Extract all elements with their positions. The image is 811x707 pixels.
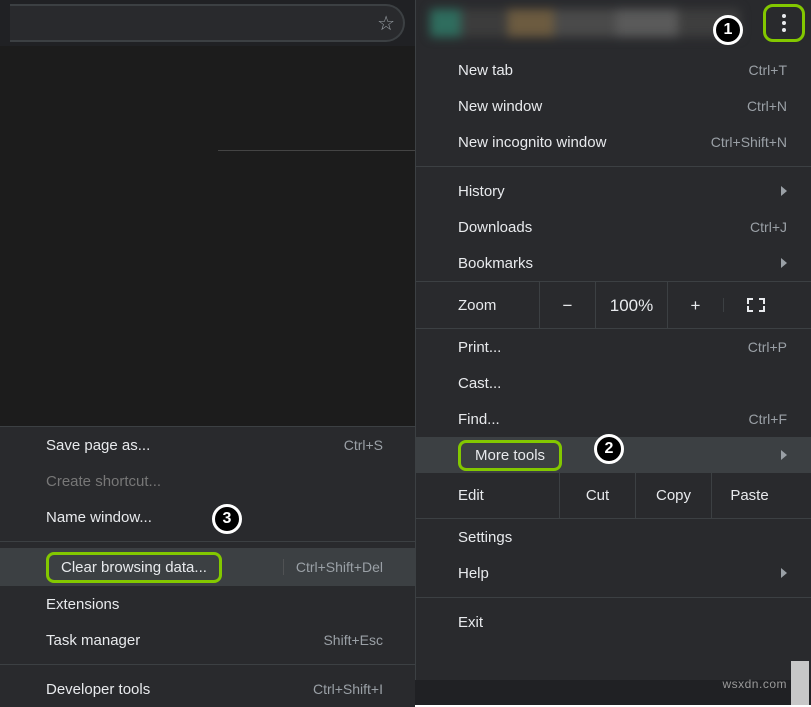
menu-label: New incognito window xyxy=(458,134,606,151)
chevron-right-icon xyxy=(781,568,787,578)
step-badge-1: 1 xyxy=(713,15,743,45)
menu-label: Cast... xyxy=(458,375,501,392)
menu-label: Name window... xyxy=(46,509,152,526)
menu-bookmarks[interactable]: Bookmarks xyxy=(416,245,811,281)
zoom-label: Zoom xyxy=(444,297,496,314)
divider xyxy=(416,597,811,598)
menu-label: Create shortcut... xyxy=(46,473,161,490)
divider xyxy=(0,664,415,665)
menu-shortcut: Ctrl+S xyxy=(344,437,383,453)
watermark: wsxdn.com xyxy=(722,677,787,691)
fullscreen-icon xyxy=(747,298,765,312)
bookmark-star-icon[interactable]: ☆ xyxy=(377,11,395,36)
divider xyxy=(218,150,415,151)
menu-shortcut: Ctrl+T xyxy=(749,62,788,78)
edit-label: Edit xyxy=(444,487,484,504)
menu-zoom: Zoom − 100% + xyxy=(416,281,811,329)
menu-label: Bookmarks xyxy=(458,255,533,272)
more-tools-submenu: Save page as... Ctrl+S Create shortcut..… xyxy=(0,426,415,707)
chevron-right-icon xyxy=(781,450,787,460)
menu-label: History xyxy=(458,183,505,200)
menu-shortcut: Ctrl+J xyxy=(750,219,787,235)
submenu-developer-tools[interactable]: Developer tools Ctrl+Shift+I xyxy=(0,671,415,707)
menu-help[interactable]: Help xyxy=(416,555,811,591)
menu-label: Help xyxy=(458,565,489,582)
kebab-icon xyxy=(782,14,786,32)
browser-toolbar: ☆ xyxy=(0,0,415,46)
fullscreen-button[interactable] xyxy=(723,298,787,312)
menu-exit[interactable]: Exit xyxy=(416,604,811,640)
zoom-in-button[interactable]: + xyxy=(667,282,723,329)
submenu-create-shortcut[interactable]: Create shortcut... xyxy=(0,463,415,499)
clear-data-highlight: Clear browsing data... xyxy=(46,552,222,583)
profile-icons-blurred xyxy=(430,9,740,37)
menu-new-window[interactable]: New window Ctrl+N xyxy=(416,88,811,124)
screenshot-canvas: ☆ New tab Ctrl+T New window Ctrl+N New i… xyxy=(0,0,811,705)
edit-cut-button[interactable]: Cut xyxy=(559,473,635,518)
omnibox[interactable]: ☆ xyxy=(10,4,405,42)
zoom-value: 100% xyxy=(595,282,667,329)
menu-shortcut: Ctrl+Shift+Del xyxy=(283,559,383,575)
menu-shortcut: Ctrl+Shift+I xyxy=(313,681,383,697)
submenu-name-window[interactable]: Name window... xyxy=(0,499,415,535)
menu-shortcut: Ctrl+P xyxy=(748,339,787,355)
menu-cast[interactable]: Cast... xyxy=(416,365,811,401)
menu-new-tab[interactable]: New tab Ctrl+T xyxy=(416,52,811,88)
menu-shortcut: Shift+Esc xyxy=(323,632,383,648)
menu-label: Developer tools xyxy=(46,681,150,698)
edit-paste-button[interactable]: Paste xyxy=(711,473,787,518)
menu-label: More tools xyxy=(475,447,545,464)
kebab-menu-button[interactable] xyxy=(763,4,805,42)
menu-label: Save page as... xyxy=(46,437,150,454)
menu-downloads[interactable]: Downloads Ctrl+J xyxy=(416,209,811,245)
chevron-right-icon xyxy=(781,258,787,268)
menu-label: Find... xyxy=(458,411,500,428)
menu-label: Clear browsing data... xyxy=(61,559,207,576)
menu-label: Extensions xyxy=(46,596,119,613)
chevron-right-icon xyxy=(781,186,787,196)
menu-label: Print... xyxy=(458,339,501,356)
menu-print[interactable]: Print... Ctrl+P xyxy=(416,329,811,365)
menu-label: Task manager xyxy=(46,632,140,649)
step-badge-3: 3 xyxy=(212,504,242,534)
submenu-clear-browsing-data[interactable]: Clear browsing data... Ctrl+Shift+Del xyxy=(0,548,415,586)
submenu-task-manager[interactable]: Task manager Shift+Esc xyxy=(0,622,415,658)
menu-label: New window xyxy=(458,98,542,115)
menu-shortcut: Ctrl+N xyxy=(747,98,787,114)
profile-strip xyxy=(416,0,811,46)
divider xyxy=(416,166,811,167)
menu-label: Downloads xyxy=(458,219,532,236)
menu-label: New tab xyxy=(458,62,513,79)
more-tools-highlight: More tools xyxy=(458,440,562,471)
menu-history[interactable]: History xyxy=(416,173,811,209)
menu-shortcut: Ctrl+F xyxy=(749,411,788,427)
edit-copy-button[interactable]: Copy xyxy=(635,473,711,518)
zoom-out-button[interactable]: − xyxy=(539,282,595,329)
submenu-save-page[interactable]: Save page as... Ctrl+S xyxy=(0,427,415,463)
menu-edit: Edit Cut Copy Paste xyxy=(416,473,811,519)
menu-settings[interactable]: Settings xyxy=(416,519,811,555)
step-badge-2: 2 xyxy=(594,434,624,464)
divider xyxy=(0,541,415,542)
menu-shortcut: Ctrl+Shift+N xyxy=(711,134,787,150)
menu-label: Exit xyxy=(458,614,483,631)
scrollbar-thumb[interactable] xyxy=(791,661,809,705)
chrome-main-menu: New tab Ctrl+T New window Ctrl+N New inc… xyxy=(415,0,811,680)
menu-find[interactable]: Find... Ctrl+F xyxy=(416,401,811,437)
menu-new-incognito[interactable]: New incognito window Ctrl+Shift+N xyxy=(416,124,811,160)
submenu-extensions[interactable]: Extensions xyxy=(0,586,415,622)
menu-label: Settings xyxy=(458,529,512,546)
